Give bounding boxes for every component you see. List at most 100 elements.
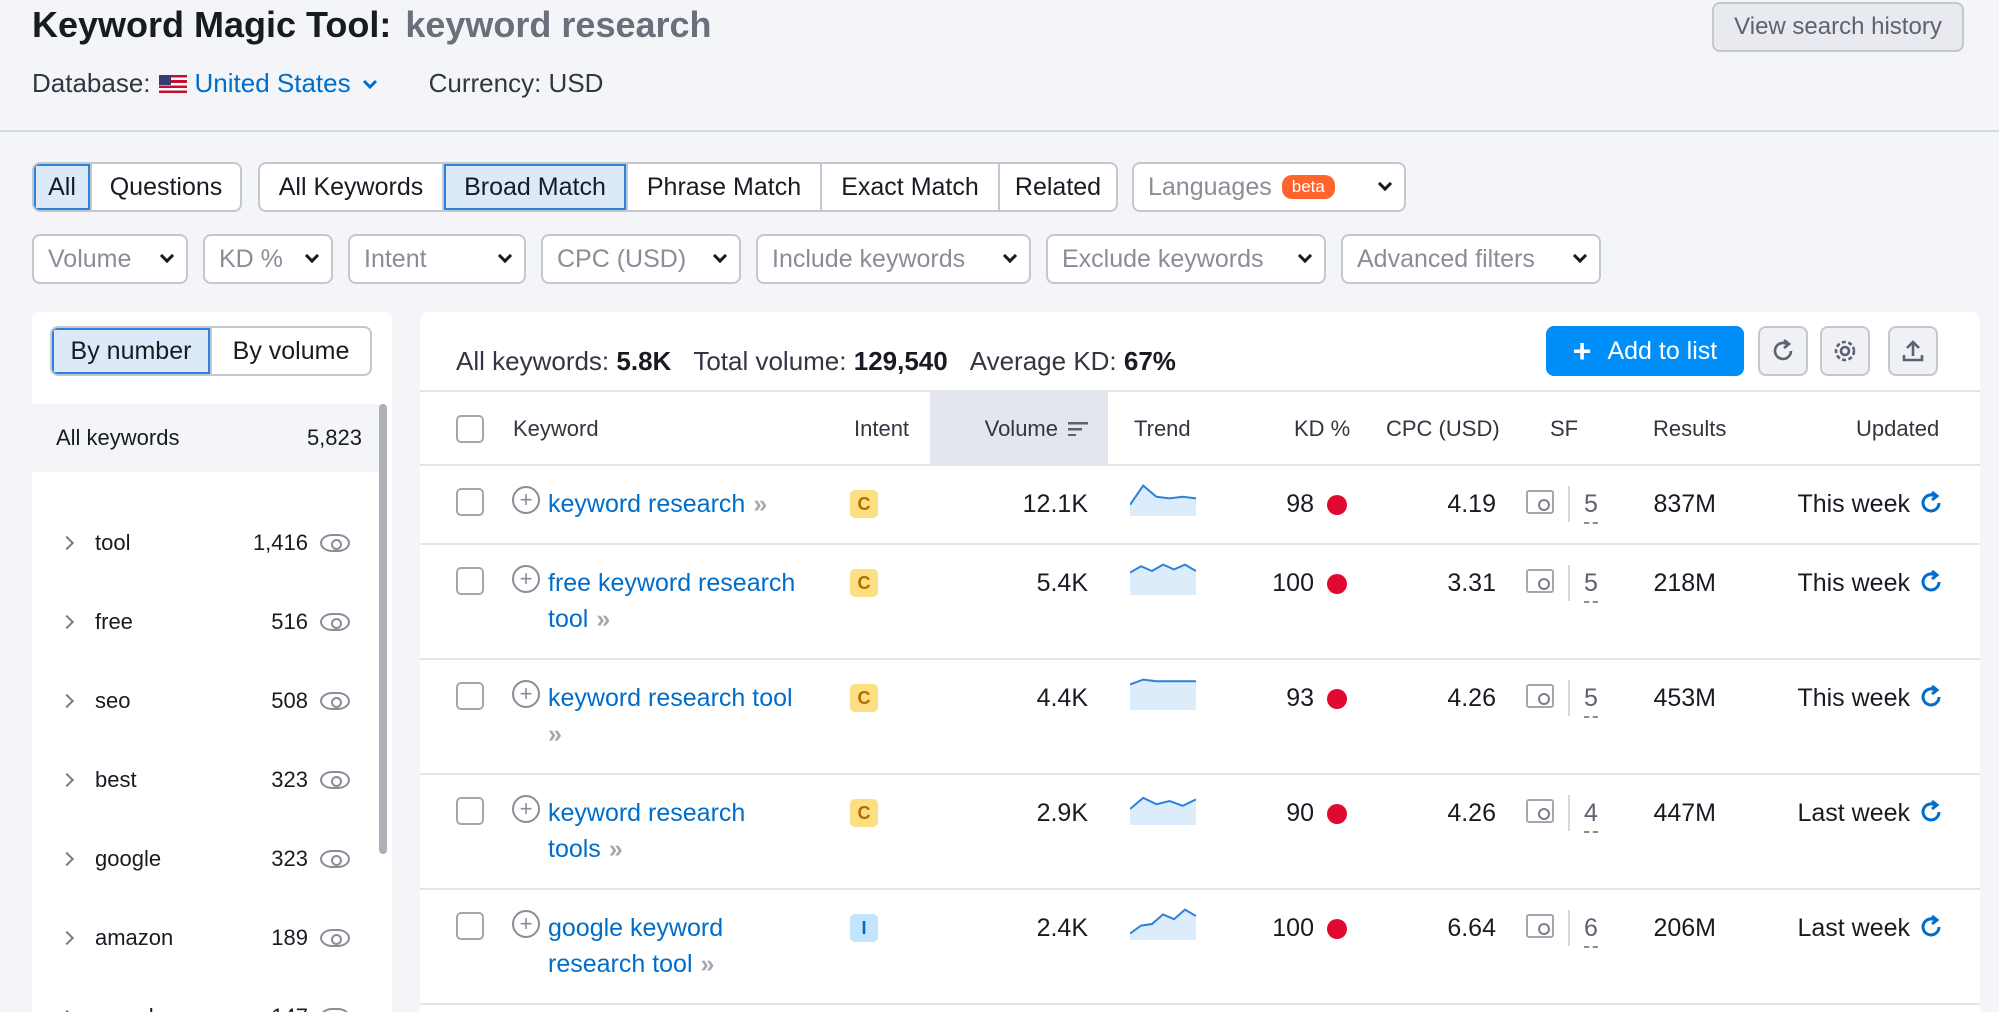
group-item[interactable]: seo 508	[32, 661, 372, 740]
column-sf[interactable]: SF	[1550, 392, 1578, 466]
keyword-link[interactable]: google keyword research tool »	[548, 910, 838, 982]
group-label: free	[95, 608, 133, 634]
filter-advanced[interactable]: Advanced filters	[1341, 234, 1601, 284]
add-keyword-icon[interactable]: +	[512, 680, 540, 708]
chevron-right-icon[interactable]	[59, 535, 75, 550]
by-volume-button[interactable]: By volume	[212, 328, 370, 374]
refresh-button[interactable]	[1758, 326, 1808, 376]
group-item[interactable]: tool 1,416	[32, 503, 372, 582]
refresh-icon[interactable]	[1918, 684, 1944, 710]
group-item[interactable]: search 147	[32, 977, 372, 1012]
column-volume[interactable]: Volume	[930, 392, 1108, 466]
group-item[interactable]: amazon 189	[32, 898, 372, 977]
double-chevron-icon[interactable]: »	[753, 490, 767, 518]
add-keyword-icon[interactable]: +	[512, 486, 540, 514]
chevron-down-icon	[1377, 176, 1393, 192]
eye-icon[interactable]	[320, 1007, 350, 1012]
table-row[interactable]: + keyword research tool» C 4.4K 93 4.26 …	[420, 660, 1980, 775]
double-chevron-icon[interactable]: »	[548, 720, 562, 748]
filter-volume[interactable]: Volume	[32, 234, 188, 284]
eye-icon[interactable]	[320, 533, 350, 552]
sf-count[interactable]: 5	[1584, 486, 1598, 524]
database-selector[interactable]: United States	[158, 68, 381, 99]
row-checkbox[interactable]	[456, 488, 484, 516]
serp-features-icon[interactable]	[1526, 490, 1554, 514]
tab-exact-match[interactable]: Exact Match	[822, 164, 1000, 210]
chevron-right-icon[interactable]	[59, 930, 75, 945]
eye-icon[interactable]	[320, 849, 350, 868]
double-chevron-icon[interactable]: »	[609, 835, 623, 863]
refresh-icon[interactable]	[1918, 914, 1944, 940]
eye-icon[interactable]	[320, 691, 350, 710]
add-keyword-icon[interactable]: +	[512, 565, 540, 593]
add-keyword-icon[interactable]: +	[512, 795, 540, 823]
tab-all[interactable]: All	[34, 164, 92, 210]
group-item[interactable]: google 323	[32, 819, 372, 898]
scrollbar[interactable]	[379, 404, 387, 854]
tab-broad-match[interactable]: Broad Match	[444, 164, 628, 210]
refresh-icon[interactable]	[1918, 569, 1944, 595]
chevron-right-icon[interactable]	[59, 851, 75, 866]
select-all-checkbox[interactable]	[456, 415, 484, 443]
serp-features-icon[interactable]	[1526, 799, 1554, 823]
sf-count[interactable]: 4	[1584, 795, 1598, 833]
tab-related[interactable]: Related	[1000, 164, 1116, 210]
double-chevron-icon[interactable]: »	[596, 605, 610, 633]
trend-sparkline	[1130, 484, 1196, 516]
column-cpc[interactable]: CPC (USD)	[1386, 392, 1500, 466]
refresh-icon[interactable]	[1918, 490, 1944, 516]
tab-all-keywords[interactable]: All Keywords	[260, 164, 444, 210]
table-row[interactable]: + keyword research» C 12.1K 98 4.19 5 83…	[420, 466, 1980, 545]
table-row[interactable]: + free keyword research tool» C 5.4K 100 …	[420, 545, 1980, 660]
database-value: United States	[194, 68, 351, 98]
chevron-right-icon[interactable]	[59, 693, 75, 708]
serp-features-icon[interactable]	[1526, 914, 1554, 938]
filter-include-keywords[interactable]: Include keywords	[756, 234, 1031, 284]
all-keywords-group[interactable]: All keywords 5,823	[32, 404, 384, 472]
refresh-icon[interactable]	[1918, 799, 1944, 825]
filter-intent[interactable]: Intent	[348, 234, 526, 284]
serp-features-icon[interactable]	[1526, 684, 1554, 708]
row-checkbox[interactable]	[456, 797, 484, 825]
keyword-link[interactable]: keyword research tool »	[548, 680, 838, 752]
settings-button[interactable]	[1820, 326, 1870, 376]
row-checkbox[interactable]	[456, 567, 484, 595]
summary-value: 5.8K	[616, 345, 672, 376]
view-search-history-button[interactable]: View search history	[1712, 2, 1964, 52]
row-checkbox[interactable]	[456, 682, 484, 710]
keyword-link[interactable]: free keyword research tool»	[548, 565, 838, 637]
group-item[interactable]: free 516	[32, 582, 372, 661]
filter-exclude-keywords[interactable]: Exclude keywords	[1046, 234, 1326, 284]
filter-cpc[interactable]: CPC (USD)	[541, 234, 741, 284]
keyword-link[interactable]: keyword research tools »	[548, 795, 838, 867]
column-results[interactable]: Results	[1653, 392, 1726, 466]
eye-icon[interactable]	[320, 612, 350, 631]
table-row[interactable]: + keyword research tools» C 2.9K 90 4.26 …	[420, 775, 1980, 890]
by-number-button[interactable]: By number	[52, 328, 212, 374]
sf-count[interactable]: 5	[1584, 565, 1598, 603]
sf-count[interactable]: 6	[1584, 910, 1598, 948]
tab-questions[interactable]: Questions	[92, 164, 240, 210]
keyword-link[interactable]: keyword research»	[548, 486, 838, 522]
group-item[interactable]: best 323	[32, 740, 372, 819]
sf-count[interactable]: 5	[1584, 680, 1598, 718]
add-to-list-button[interactable]: + Add to list	[1546, 326, 1744, 376]
double-chevron-icon[interactable]: »	[701, 950, 715, 978]
chevron-right-icon[interactable]	[59, 614, 75, 629]
tab-phrase-match[interactable]: Phrase Match	[628, 164, 822, 210]
group-count: 1,416	[252, 529, 308, 555]
chevron-right-icon[interactable]	[59, 772, 75, 787]
languages-dropdown[interactable]: Languages beta	[1132, 162, 1406, 212]
eye-icon[interactable]	[320, 928, 350, 947]
eye-icon[interactable]	[320, 770, 350, 789]
serp-features-icon[interactable]	[1526, 569, 1554, 593]
column-intent[interactable]: Intent	[854, 392, 909, 466]
column-keyword[interactable]: Keyword	[513, 392, 599, 466]
column-updated[interactable]: Updated	[1856, 392, 1939, 466]
add-keyword-icon[interactable]: +	[512, 910, 540, 938]
filter-kd[interactable]: KD %	[203, 234, 333, 284]
column-kd[interactable]: KD %	[1294, 392, 1350, 466]
export-button[interactable]	[1888, 326, 1938, 376]
table-row[interactable]: + google keyword research tool » I 2.4K 10…	[420, 890, 1980, 1005]
row-checkbox[interactable]	[456, 912, 484, 940]
